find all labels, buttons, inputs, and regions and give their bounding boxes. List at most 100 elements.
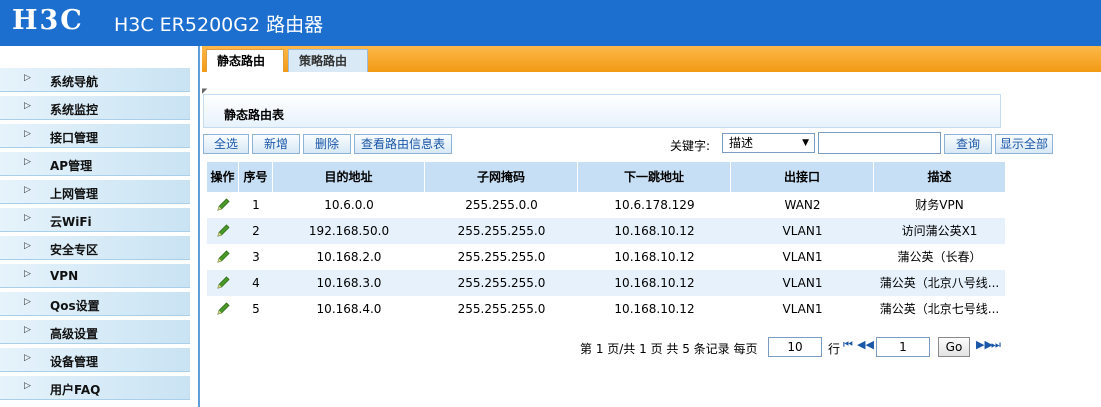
sidebar-item-label: 用户FAQ (50, 383, 101, 397)
prev-page-icon[interactable]: ◀◀ (857, 338, 874, 351)
cell-index: 4 (252, 276, 260, 290)
table-row: 3 10.168.2.0 255.255.255.0 10.168.10.12 VLAN… (207, 244, 1005, 270)
table-row: 5 10.168.4.0 255.255.255.0 10.168.10.12 VLAN… (207, 296, 1005, 322)
pencil-edit-icon[interactable] (215, 249, 231, 265)
sidebar-item-label: 云WiFi (50, 215, 92, 229)
first-page-icon[interactable]: ⏮ (843, 338, 853, 352)
sidebar-item-label: 上网管理 (50, 187, 99, 201)
cell-destination: 10.6.0.0 (324, 198, 374, 212)
table-header: 操作 序号 目的地址 子网掩码 下一跳地址 出接口 描述 (207, 162, 1005, 192)
arrow-right-icon: ▷ (24, 297, 31, 307)
sidebar-item-qos-settings[interactable]: ▷ Qos设置 (0, 292, 190, 316)
table-row: 1 10.6.0.0 255.255.0.0 10.6.178.129 WAN2 财务VP… (207, 192, 1005, 218)
sidebar-item-label: VPN (50, 269, 79, 283)
cell-netmask: 255.255.255.0 (457, 250, 546, 264)
cell-next-hop: 10.168.10.12 (614, 250, 695, 264)
col-index: 序号 (239, 162, 273, 192)
keyword-input[interactable] (818, 132, 941, 154)
sidebar-item-label: 高级设置 (50, 327, 99, 341)
app-title: H3C ER5200G2 路由器 (114, 14, 324, 36)
sidebar-item-label: 系统导航 (50, 75, 99, 89)
arrow-right-icon: ▷ (24, 353, 31, 363)
cell-next-hop: 10.168.10.12 (614, 276, 695, 290)
delete-button[interactable]: 删除 (303, 134, 351, 154)
col-next-hop: 下一跳地址 (578, 162, 731, 192)
cell-index: 2 (252, 224, 260, 238)
sidebar: ▷ 系统导航 ▷ 系统监控 ▷ 接口管理 ▷ AP管理 ▷ 上网管理 ▷ 云WiFi ▷ 安全专区 ▷ VPN… (0, 46, 200, 407)
app-header: H3C H3C ER5200G2 路由器 (0, 0, 1101, 46)
arrow-right-icon: ▷ (24, 269, 31, 279)
panel-title: 静态路由表 (224, 108, 285, 122)
sidebar-item-vpn[interactable]: ▷ VPN (0, 264, 190, 288)
sidebar-item-ap-mgmt[interactable]: ▷ AP管理 (0, 152, 190, 176)
col-description: 描述 (927, 170, 952, 184)
cell-destination: 192.168.50.0 (308, 224, 390, 238)
cell-description: 财务VPN (915, 198, 964, 212)
sidebar-item-label: Qos设置 (50, 299, 100, 313)
pencil-edit-icon[interactable] (215, 275, 231, 291)
pencil-edit-icon[interactable] (215, 301, 231, 317)
cell-interface: VLAN1 (782, 276, 823, 290)
arrow-right-icon: ▷ (24, 101, 31, 111)
add-button[interactable]: 新增 (252, 134, 300, 154)
sidebar-item-advanced-settings[interactable]: ▷ 高级设置 (0, 320, 190, 344)
col-interface: 出接口 (731, 162, 874, 192)
table-row: 2 192.168.50.0 255.255.255.0 10.168.10.12 VL… (207, 218, 1005, 244)
cell-netmask: 255.255.255.0 (457, 302, 546, 316)
h3c-logo: H3C (12, 5, 84, 36)
pencil-edit-icon[interactable] (215, 223, 231, 239)
table-row: 4 10.168.3.0 255.255.255.0 10.168.10.12 VLAN… (207, 270, 1005, 296)
per-page-input[interactable]: 10 (768, 337, 822, 357)
cell-destination: 10.168.4.0 (316, 302, 382, 316)
tab-static-route[interactable]: 静态路由 (206, 49, 284, 72)
sidebar-item-security-zone[interactable]: ▷ 安全专区 (0, 236, 190, 260)
last-page-icon[interactable]: ⏭ (991, 338, 1001, 352)
search-button[interactable]: 查询 (944, 134, 992, 154)
col-netmask: 子网掩码 (425, 162, 578, 192)
cell-next-hop: 10.6.178.129 (614, 198, 695, 212)
view-route-info-button[interactable]: 查看路由信息表 (354, 134, 452, 154)
cell-netmask: 255.255.0.0 (465, 198, 538, 212)
arrow-right-icon: ▷ (24, 73, 31, 83)
page-number-input[interactable]: 1 (876, 337, 930, 357)
sidebar-item-internet-mgmt[interactable]: ▷ 上网管理 (0, 180, 190, 204)
sidebar-item-label: 系统监控 (50, 103, 99, 117)
cell-description: 蒲公英（北京七号线... (879, 302, 1000, 316)
sidebar-item-device-mgmt[interactable]: ▷ 设备管理 (0, 348, 190, 372)
keyword-field-value: 描述 (729, 136, 754, 150)
sidebar-item-label: 设备管理 (50, 355, 99, 369)
sidebar-item-system-monitor[interactable]: ▷ 系统监控 (0, 96, 190, 120)
show-all-button[interactable]: 显示全部 (995, 134, 1053, 154)
pager-rows-unit: 行 (828, 342, 841, 356)
cell-description: 访问蒲公英X1 (901, 224, 978, 238)
pager-summary: 第 1 页/共 1 页 共 5 条记录 每页 (580, 342, 758, 356)
cell-interface: VLAN1 (782, 250, 823, 264)
arrow-right-icon: ▷ (24, 157, 31, 167)
cell-interface: WAN2 (784, 198, 821, 212)
chevron-down-icon: ▼ (802, 138, 809, 148)
cell-destination: 10.168.3.0 (316, 276, 382, 290)
arrow-right-icon: ▷ (24, 185, 31, 195)
cell-interface: VLAN1 (782, 224, 823, 238)
sidebar-item-interface-mgmt[interactable]: ▷ 接口管理 (0, 124, 190, 148)
cell-netmask: 255.255.255.0 (457, 224, 546, 238)
tab-policy-route[interactable]: 策略路由 (288, 49, 368, 72)
arrow-right-icon: ▷ (24, 381, 31, 391)
cell-destination: 10.168.2.0 (316, 250, 382, 264)
keyword-label: 关键字: (670, 139, 711, 153)
pencil-edit-icon[interactable] (215, 197, 231, 213)
sidebar-item-label: 安全专区 (50, 243, 99, 257)
select-all-button[interactable]: 全选 (203, 134, 249, 154)
sidebar-item-cloud-wifi[interactable]: ▷ 云WiFi (0, 208, 190, 232)
sidebar-item-user-faq[interactable]: ▷ 用户FAQ (0, 376, 190, 400)
route-table-panel: 静态路由表 (203, 94, 1001, 128)
cell-description: 蒲公英（北京八号线... (879, 276, 1000, 290)
arrow-right-icon: ▷ (24, 213, 31, 223)
keyword-field-select[interactable]: 描述 ▼ (722, 133, 815, 153)
col-action: 操作 (207, 162, 239, 192)
go-button[interactable]: Go (938, 337, 970, 357)
sidebar-item-label: 接口管理 (50, 131, 99, 145)
sidebar-item-system-nav[interactable]: ▷ 系统导航 (0, 68, 190, 92)
cell-netmask: 255.255.255.0 (457, 276, 546, 290)
cell-description: 蒲公英（长春） (897, 250, 982, 264)
